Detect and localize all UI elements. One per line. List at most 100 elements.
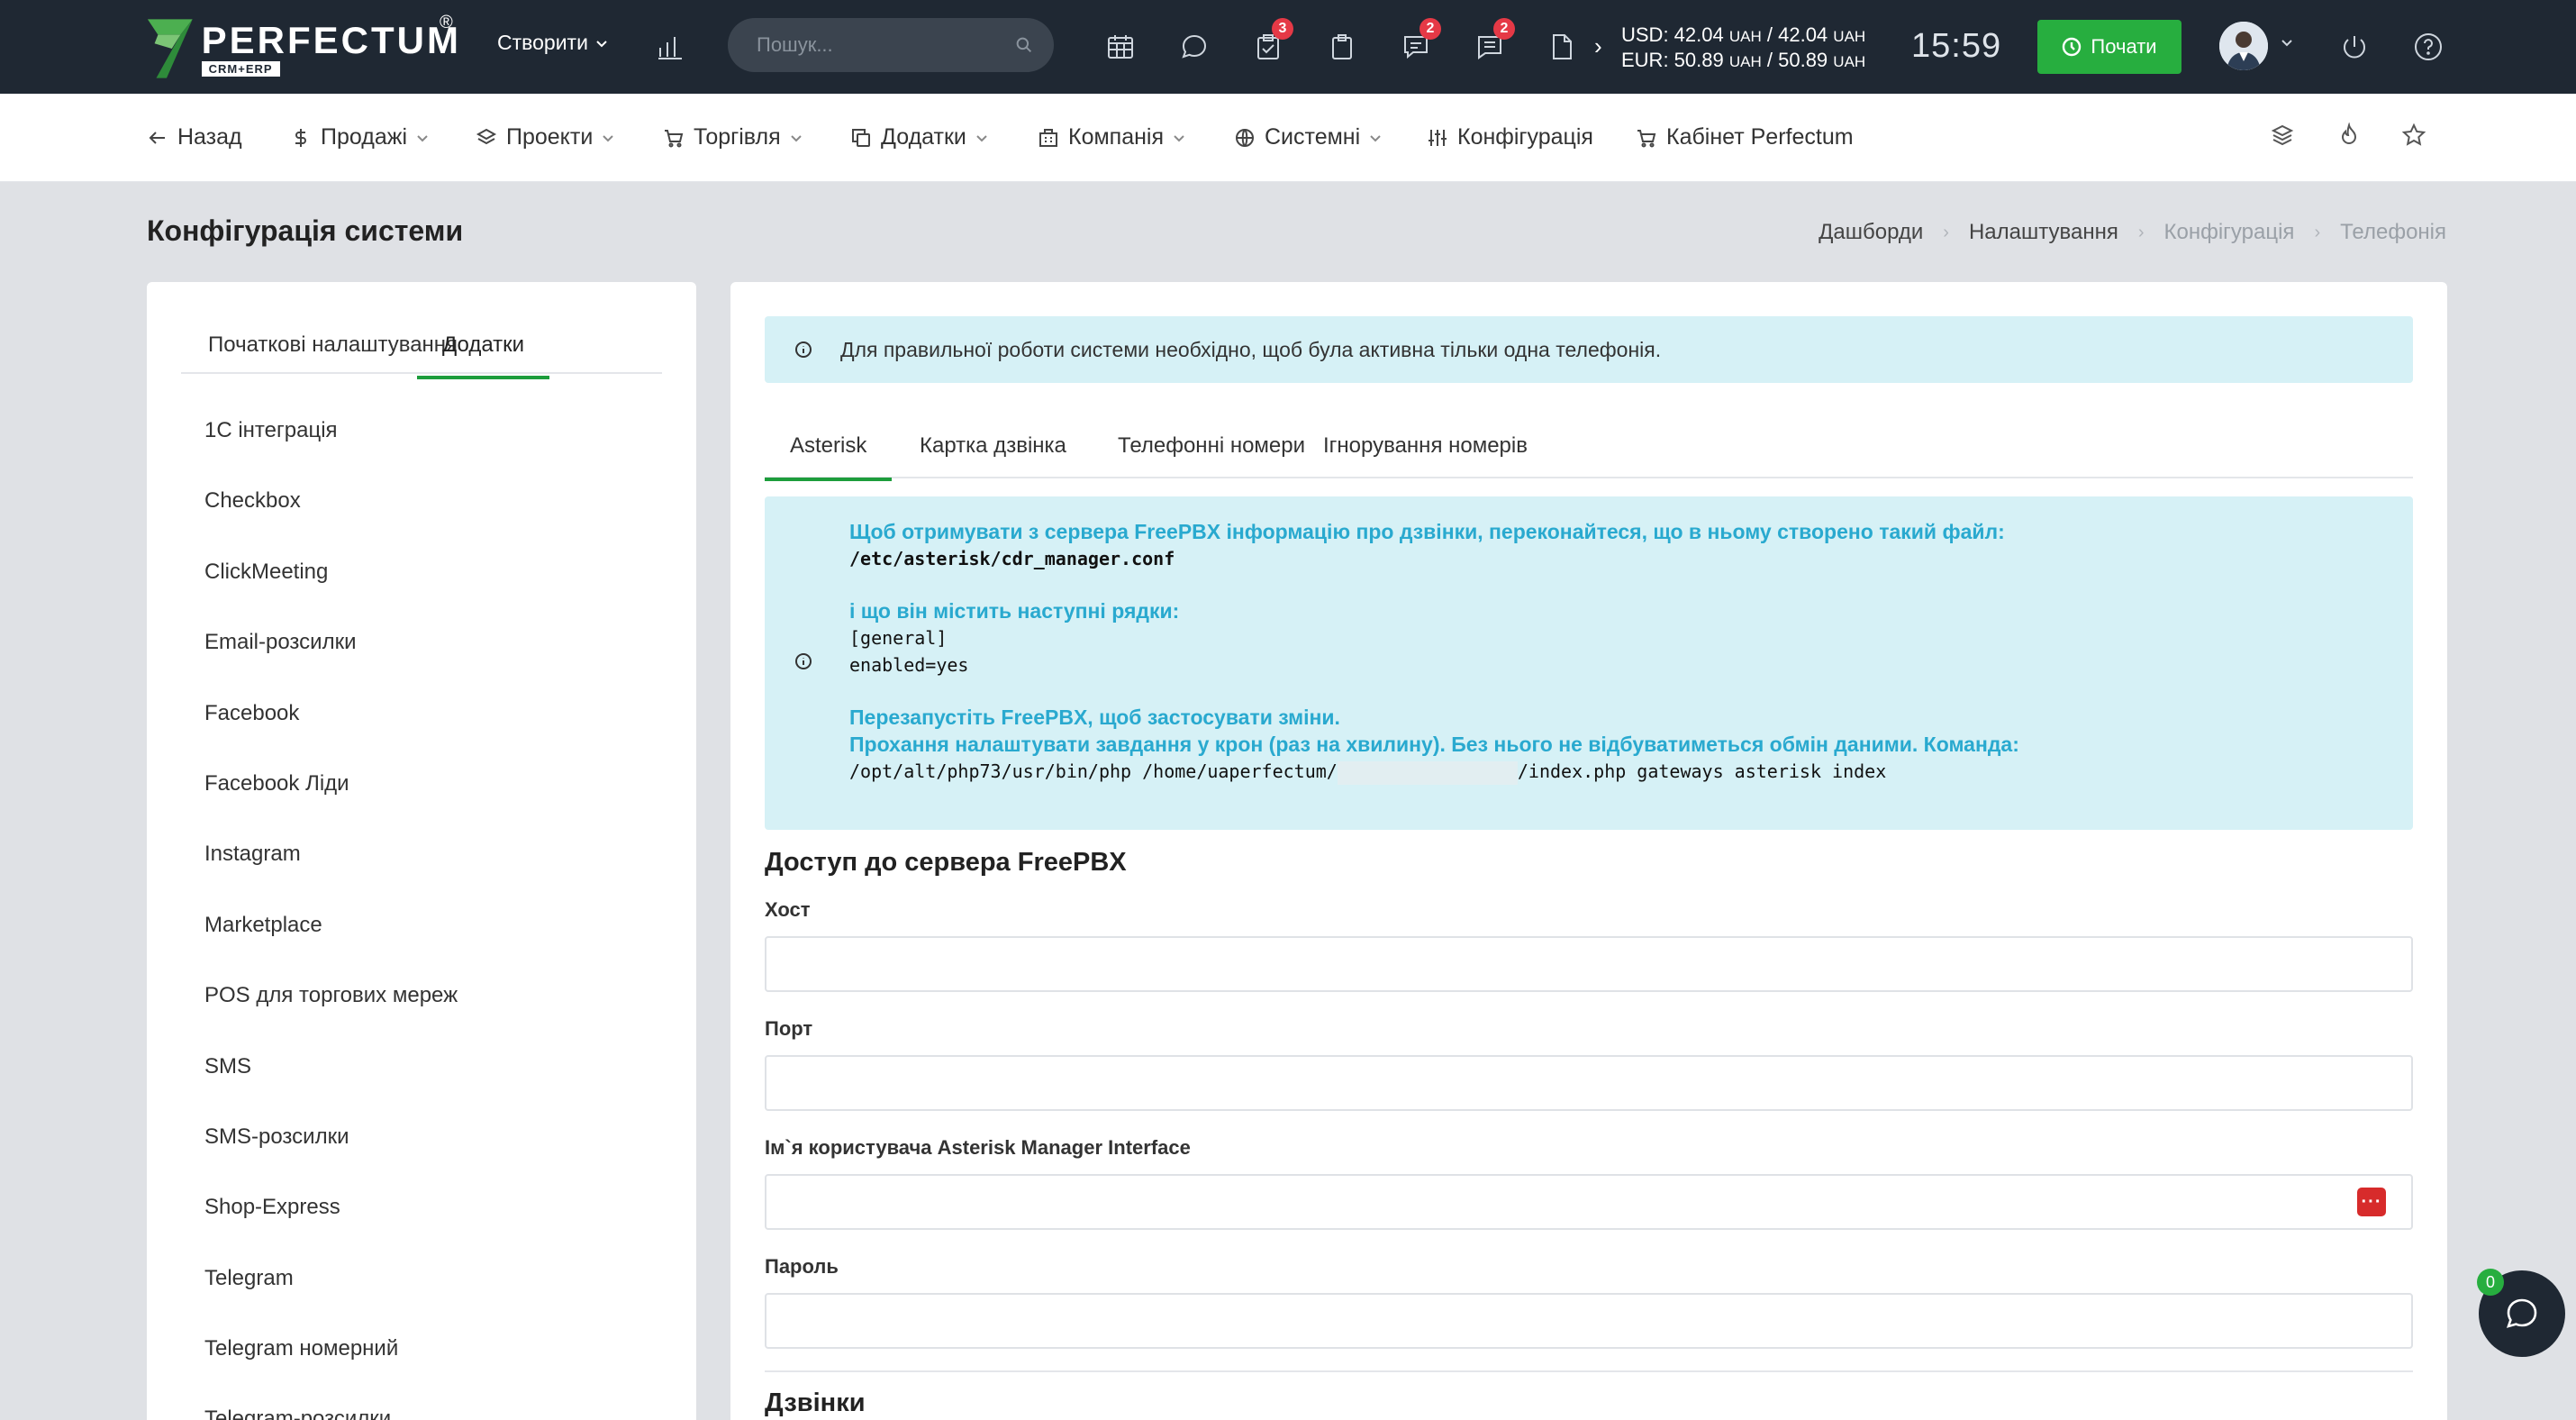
- cart-icon: [665, 129, 684, 147]
- chevron-down-icon: [976, 134, 987, 141]
- instruction-line: Щоб отримувати з сервера FreePBX інформа…: [849, 520, 2005, 543]
- reports-button[interactable]: [650, 27, 690, 67]
- sidebar-item-checkbox[interactable]: Checkbox: [204, 487, 458, 558]
- currency-rates: USD: 42.04 UAH / 42.04 UAH EUR: 50.89 UA…: [1621, 23, 1865, 74]
- single-telephony-alert: Для правильної роботи системи необхідно,…: [765, 316, 2413, 383]
- tasks-button[interactable]: 3: [1248, 18, 1293, 67]
- comments-button[interactable]: 2: [1470, 18, 1515, 67]
- sidebar-item-telegram-number[interactable]: Telegram номерний: [204, 1335, 458, 1406]
- top-bar: PERFECTUM CRM+ERP ® Створити 3 2 2 ›: [0, 0, 2576, 94]
- nav-trade-label: Торгівля: [694, 124, 781, 150]
- nav-projects-label: Проекти: [506, 124, 594, 150]
- chevron-down-icon[interactable]: [2281, 36, 2293, 49]
- nav-company-label: Компанія: [1068, 124, 1164, 150]
- sidebar-item-shop-express[interactable]: Shop-Express: [204, 1194, 458, 1264]
- host-input[interactable]: [765, 936, 2413, 992]
- logo-wordmark: PERFECTUM: [201, 19, 461, 61]
- user-avatar[interactable]: [2219, 22, 2268, 70]
- help-icon: [2415, 33, 2442, 60]
- config-file-path: /etc/asterisk/cdr_manager.conf: [849, 548, 1175, 569]
- sidebar-item-sms-mailing[interactable]: SMS-розсилки: [204, 1124, 458, 1194]
- currency-unit: UAH: [1833, 28, 1866, 45]
- chat-button[interactable]: [1175, 27, 1214, 67]
- clipboard-icon: [1332, 34, 1352, 59]
- clipboard-button[interactable]: [1322, 27, 1362, 67]
- breadcrumb-item[interactable]: Конфігурація: [2164, 220, 2295, 245]
- help-button[interactable]: [2408, 27, 2448, 67]
- instruction-line: Прохання налаштувати завдання у крон (ра…: [849, 733, 2019, 756]
- nav-company[interactable]: Компанія: [1038, 124, 1185, 150]
- sidebar-item-sms[interactable]: SMS: [204, 1053, 458, 1124]
- nav-projects[interactable]: Проекти: [476, 124, 614, 150]
- logout-button[interactable]: [2335, 27, 2374, 67]
- layers-icon: [2271, 124, 2294, 146]
- sidebar-item-facebook-leads[interactable]: Facebook Ліди: [204, 770, 458, 841]
- tab-call-card[interactable]: Картка дзвінка: [920, 433, 1066, 459]
- sidebar-item-pos[interactable]: POS для торгових мереж: [204, 982, 458, 1052]
- bar-chart-icon: [658, 37, 682, 59]
- breadcrumb-item[interactable]: Налаштування: [1969, 220, 2118, 245]
- hot-button[interactable]: [2336, 122, 2365, 151]
- password-input[interactable]: [765, 1293, 2413, 1349]
- cron-command-start: /opt/alt/php73/usr/bin/php /home/uaperfe…: [849, 760, 1338, 782]
- clock: 15:59: [1911, 27, 2002, 65]
- sidebar-item-telegram[interactable]: Telegram: [204, 1265, 458, 1335]
- nav-addons-label: Додатки: [881, 124, 966, 150]
- tab-ignore-numbers[interactable]: Ігнорування номерів: [1323, 433, 1528, 459]
- nav-cabinet-label: Кабінет Perfectum: [1666, 124, 1854, 150]
- telephony-config-panel: Для правильної роботи системи необхідно,…: [730, 282, 2447, 1420]
- create-dropdown[interactable]: Створити: [497, 31, 608, 55]
- chevron-right-icon[interactable]: ›: [1594, 32, 1602, 60]
- globe-icon: [1236, 128, 1254, 147]
- comments-badge: 2: [1493, 18, 1515, 40]
- sidebar-item-instagram[interactable]: Instagram: [204, 841, 458, 911]
- nav-config[interactable]: Конфігурація: [1427, 124, 1593, 150]
- sidebar-item-email[interactable]: Email-розсилки: [204, 629, 458, 699]
- calendar-icon: [1108, 35, 1133, 59]
- ami-user-input[interactable]: [765, 1174, 2413, 1230]
- password-manager-icon[interactable]: ···: [2357, 1188, 2386, 1216]
- tasks-badge: 3: [1272, 18, 1293, 40]
- chat-bubble-icon: [2506, 1298, 2537, 1328]
- password-label: Пароль: [765, 1255, 839, 1278]
- sidebar-item-facebook[interactable]: Facebook: [204, 700, 458, 770]
- nav-cabinet[interactable]: Кабінет Perfectum: [1636, 124, 1854, 150]
- messages-badge: 2: [1420, 18, 1441, 40]
- start-timer-button[interactable]: Почати: [2037, 20, 2181, 74]
- nav-back[interactable]: Назад: [147, 124, 242, 150]
- clock-icon: [2063, 37, 2082, 57]
- documents-button[interactable]: [1542, 27, 1582, 67]
- nav-trade[interactable]: Торгівля: [663, 124, 803, 150]
- nav-back-label: Назад: [177, 124, 242, 150]
- messages-button[interactable]: 2: [1396, 18, 1441, 67]
- flame-icon: [2341, 122, 2357, 144]
- layers-button[interactable]: [2270, 123, 2299, 151]
- favorites-button[interactable]: [2401, 123, 2430, 151]
- port-input[interactable]: [765, 1055, 2413, 1111]
- building-icon: [1039, 128, 1057, 147]
- nav-addons[interactable]: Додатки: [850, 124, 988, 150]
- nav-sales-label: Продажі: [321, 124, 407, 150]
- sidebar-item-marketplace[interactable]: Marketplace: [204, 912, 458, 982]
- sidebar-item-1c[interactable]: 1С інтеграція: [204, 417, 458, 487]
- perfectum-logo[interactable]: PERFECTUM CRM+ERP ®: [146, 13, 461, 83]
- search-input[interactable]: [757, 33, 1016, 57]
- nav-sales[interactable]: Продажі: [290, 124, 429, 150]
- calendar-button[interactable]: [1101, 27, 1140, 67]
- breadcrumb-item[interactable]: Дашборди: [1819, 220, 1923, 245]
- sidebar-item-clickmeeting[interactable]: ClickMeeting: [204, 559, 458, 629]
- chevron-down-icon: [1370, 134, 1381, 141]
- tab-addons[interactable]: Додатки: [417, 332, 550, 379]
- start-label: Почати: [2091, 35, 2157, 58]
- tab-asterisk[interactable]: Asterisk: [765, 433, 893, 481]
- sidebar-item-telegram-mailing[interactable]: Telegram-розсилки: [204, 1406, 458, 1420]
- currency-unit: UAH: [1728, 28, 1762, 45]
- nav-system-label: Системні: [1265, 124, 1361, 150]
- section-title-calls: Дзвінки: [765, 1388, 866, 1417]
- search-icon[interactable]: [1016, 35, 1032, 55]
- telephony-tabs: Asterisk Картка дзвінка Телефонні номери…: [765, 417, 2413, 481]
- tab-phone-numbers[interactable]: Телефонні номери: [1118, 433, 1305, 459]
- instruction-line: Перезапустіть FreePBX, щоб застосувати з…: [849, 705, 1340, 729]
- alert-text: Для правильної роботи системи необхідно,…: [840, 337, 1662, 361]
- nav-system[interactable]: Системні: [1234, 124, 1382, 150]
